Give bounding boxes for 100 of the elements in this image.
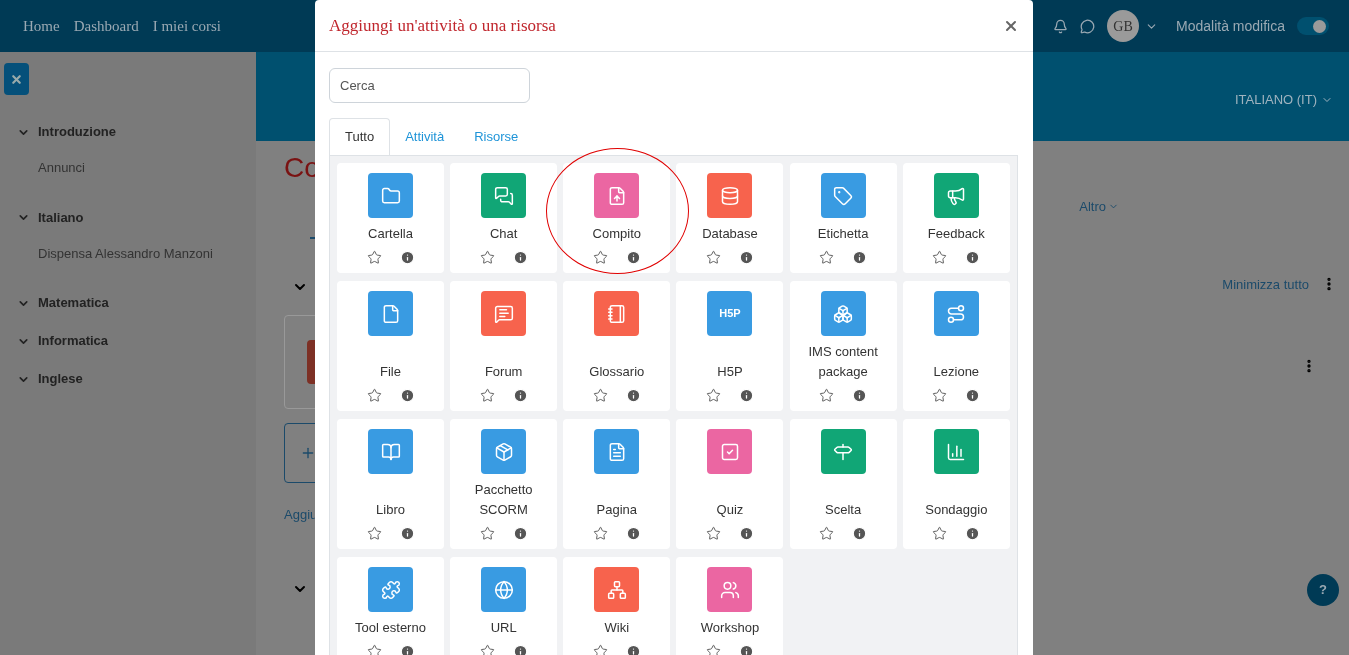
activity-card[interactable]: Compito [563,163,671,273]
info-icon[interactable] [739,250,754,265]
star-icon[interactable] [592,250,608,265]
activity-name: H5P [716,363,744,381]
section-title[interactable]: Matematica [38,293,109,313]
section-title[interactable]: Italiano [38,207,84,228]
star-icon[interactable] [932,388,948,403]
star-icon[interactable] [366,388,382,403]
info-icon[interactable] [739,644,754,655]
modal-tab[interactable]: Tutto [329,118,391,155]
info-icon[interactable] [965,250,981,265]
edit-mode-toggle[interactable] [1297,17,1329,35]
info-icon[interactable] [625,526,641,541]
star-icon[interactable] [366,250,382,265]
activity-card[interactable]: Feedback [902,163,1010,273]
star-icon[interactable] [479,526,495,541]
star-icon[interactable] [479,644,495,655]
info-icon[interactable] [739,526,754,541]
activity-name: Tool esterno [354,619,427,637]
activity-name: Quiz [715,501,745,519]
activity-name: IMS content package [807,343,879,381]
activity-card[interactable]: Workshop [676,557,784,655]
activity-card[interactable]: Tool esterno [337,557,444,655]
activity-card[interactable]: Pagina [563,419,671,549]
star-icon[interactable] [479,388,495,403]
activity-card[interactable]: IMS content package [789,281,897,411]
info-icon[interactable] [512,526,528,541]
star-icon[interactable] [819,250,835,265]
nav-link[interactable]: Home [23,14,60,38]
info-icon[interactable] [399,388,415,403]
activity-name: Glossario [588,363,646,381]
star-icon[interactable] [592,644,608,655]
star-icon[interactable] [819,388,835,403]
info-icon[interactable] [852,250,868,265]
activity-card[interactable]: Scelta [789,419,897,549]
activity-card[interactable]: Cartella [337,163,444,273]
activity-name: File [379,363,402,381]
star-icon[interactable] [819,526,835,541]
language-menu[interactable]: ITALIANO (IT) [1234,90,1333,110]
star-icon[interactable] [706,526,721,541]
star-icon[interactable] [592,526,608,541]
info-icon[interactable] [965,388,981,403]
help-button[interactable]: ? [1307,574,1339,606]
activity-card[interactable]: Chat [450,163,558,273]
activity-card[interactable]: Pacchetto SCORM [450,419,558,549]
star-icon[interactable] [479,250,495,265]
info-icon[interactable] [625,250,641,265]
section-title[interactable]: Informatica [38,331,109,351]
activity-card[interactable]: Sondaggio [902,419,1010,549]
logo-text: H5P [719,306,741,322]
info-icon[interactable] [852,526,868,541]
star-icon[interactable] [706,388,721,403]
activity-card[interactable]: Libro [337,419,444,549]
info-icon[interactable] [399,644,415,655]
activity-card[interactable]: Wiki [563,557,671,655]
activity-card[interactable]: Forum [450,281,558,411]
activity-name: Wiki [603,619,631,637]
search-field[interactable]: Cerca [329,68,530,103]
activity-card[interactable]: Quiz [676,419,784,549]
info-icon[interactable] [625,644,641,655]
activity-card[interactable]: Database [676,163,784,273]
info-icon[interactable] [625,388,641,403]
info-icon[interactable] [399,526,415,541]
close-icon [10,72,23,86]
bell-icon[interactable] [1053,18,1069,34]
star-icon[interactable] [932,250,948,265]
star-icon[interactable] [366,644,382,655]
chat-icon[interactable] [1080,18,1096,34]
book-icon [380,441,401,462]
star-icon[interactable] [366,526,382,541]
star-icon[interactable] [932,526,948,541]
activity-card[interactable]: Etichetta [789,163,897,273]
star-icon[interactable] [706,644,721,655]
info-icon[interactable] [739,388,754,403]
close-drawer-button[interactable] [4,63,29,95]
modal-title: Aggiungi un'attività o una risorsa [329,14,556,37]
chat-bubbles-icon [493,185,514,206]
info-icon[interactable] [512,388,528,403]
info-icon[interactable] [965,526,981,541]
star-icon[interactable] [706,250,721,265]
database-icon [720,185,740,206]
section-title[interactable]: Inglese [38,369,83,389]
section-title[interactable]: Introduzione [38,122,116,142]
star-icon[interactable] [592,388,608,403]
nav-link[interactable]: Dashboard [73,14,139,38]
activity-name: URL [489,619,518,637]
edit-mode-label: Modalità modifica [1176,16,1285,36]
activity-name: Lezione [932,363,981,381]
activity-card[interactable]: File [337,281,444,411]
activity-card[interactable]: URL [450,557,558,655]
user-avatar[interactable]: GB [1107,10,1140,42]
plus-icon [300,445,316,461]
activity-card[interactable]: Lezione [902,281,1010,411]
info-icon[interactable] [399,250,415,265]
nav-link[interactable]: I miei corsi [152,14,221,38]
activity-card[interactable]: H5P H5P [676,281,784,411]
info-icon[interactable] [512,250,528,265]
info-icon[interactable] [852,388,868,403]
info-icon[interactable] [512,644,528,655]
activity-card[interactable]: Glossario [563,281,671,411]
